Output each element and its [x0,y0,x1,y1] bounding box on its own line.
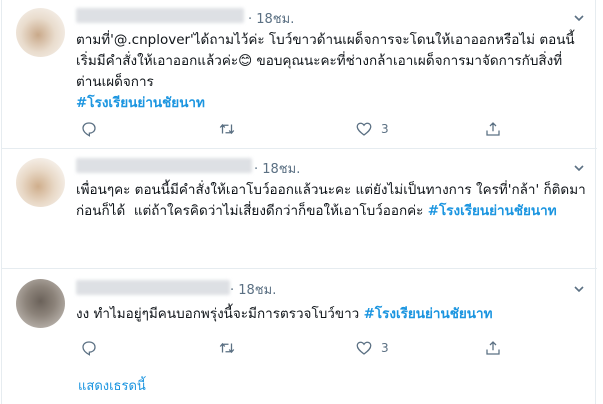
author-name[interactable] [76,280,230,295]
retweet-button[interactable] [218,338,236,358]
tweet[interactable]: · 18ชม. เพื่อนๆคะ ตอนนี้มีคำสั่งให้เอาโบ… [2,149,597,269]
author-name[interactable] [76,8,244,23]
like-button[interactable]: 3 [355,119,389,139]
share-icon [486,341,500,355]
timestamp[interactable]: · 18ชม. [248,8,294,29]
chevron-down-icon[interactable] [573,283,585,298]
like-button[interactable]: 3 [355,338,389,358]
reply-button[interactable] [80,338,98,358]
avatar[interactable] [16,158,65,207]
avatar[interactable] [16,279,65,328]
like-icon [356,122,372,136]
share-button[interactable] [484,338,502,358]
retweet-icon [219,123,235,135]
tweet-actions: 3 [76,119,526,139]
chevron-down-icon[interactable] [573,162,585,177]
tweet-text: ตามที่'@.cnplover'ได้ถามไว้ค่ะ โบว์ขาวด้… [76,30,586,114]
chevron-down-icon[interactable] [573,12,585,27]
show-thread-link[interactable]: แสดงเธรดนี้ [78,375,146,396]
smile-emoji: 😊 [238,53,253,69]
reply-icon [82,122,96,137]
tweet[interactable]: · 18ชม. ตามที่'@.cnplover'ได้ถามไว้ค่ะ โ… [2,0,597,149]
reply-icon [82,341,96,356]
like-count: 3 [381,122,389,136]
hashtag-link[interactable]: #โรงเรียนย่านชัยนาท [76,95,205,111]
avatar[interactable] [16,8,65,57]
author-name[interactable] [76,158,252,173]
timestamp[interactable]: · 18ชม. [254,158,300,179]
timeline: · 18ชม. ตามที่'@.cnplover'ได้ถามไว้ค่ะ โ… [1,0,597,404]
tweet-text: งง ทำไมอยู่ๆมีคนบอกพรุ่งนี้จะมีการตรวจโบ… [76,304,586,325]
tweet-actions: 3 [76,338,526,358]
like-count: 3 [381,341,389,355]
retweet-button[interactable] [218,119,236,139]
retweet-icon [219,342,235,354]
like-icon [356,341,372,355]
hashtag-link[interactable]: #โรงเรียนย่านชัยนาท [364,306,493,322]
tweet-text: เพื่อนๆคะ ตอนนี้มีคำสั่งให้เอาโบว์ออกแล้… [76,180,586,222]
share-icon [486,122,500,136]
reply-button[interactable] [80,119,98,139]
timestamp[interactable]: · 18ชม. [230,279,276,300]
hashtag-link[interactable]: #โรงเรียนย่านชัยนาท [428,203,557,219]
tweet-text-main: งง ทำไมอยู่ๆมีคนบอกพรุ่งนี้จะมีการตรวจโบ… [76,306,364,322]
share-button[interactable] [484,119,502,139]
